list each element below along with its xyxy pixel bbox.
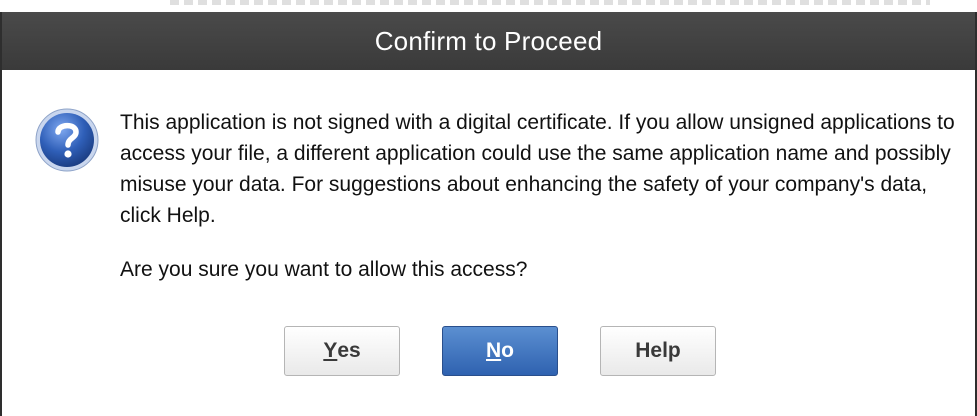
dialog-question: Are you sure you want to allow this acce… — [120, 258, 528, 281]
help-button[interactable]: Help — [600, 326, 716, 376]
dialog-message: This application is not signed with a di… — [120, 111, 955, 227]
yes-button-label: es — [337, 339, 361, 362]
no-button-label: o — [501, 339, 514, 362]
background-window-edge — [0, 0, 977, 12]
background-text-fragment — [170, 0, 930, 5]
no-button[interactable]: No — [442, 326, 558, 376]
dialog-titlebar[interactable]: Confirm to Proceed — [2, 12, 975, 70]
confirm-dialog: Confirm to Proceed This application is n… — [0, 12, 977, 416]
yes-button-accelerator: Y — [323, 339, 338, 362]
dialog-title: Confirm to Proceed — [374, 25, 603, 56]
help-button-label: Help — [635, 339, 681, 362]
no-button-accelerator: N — [486, 339, 502, 362]
question-icon — [35, 108, 99, 172]
yes-button[interactable]: Yes — [284, 326, 400, 376]
